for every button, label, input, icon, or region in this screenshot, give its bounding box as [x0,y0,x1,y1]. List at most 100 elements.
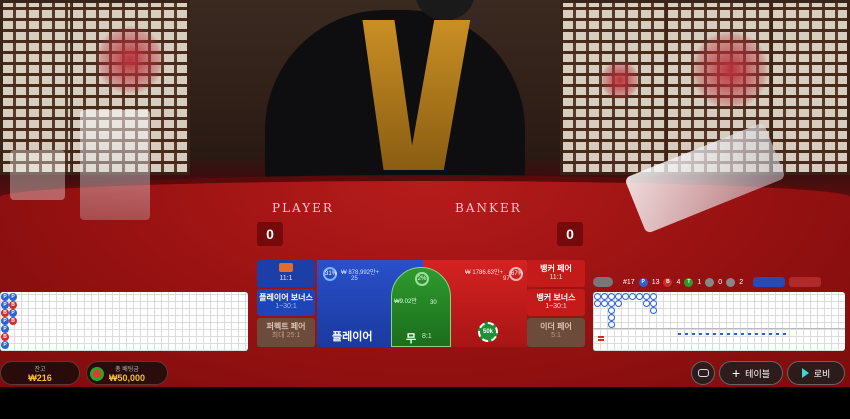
tie-bet[interactable]: 2% ₩9.02만 30 무 8:1 [391,267,451,347]
chat-button[interactable] [691,361,715,385]
blossom-decor [600,60,640,100]
tie-percent-ring: 2% [415,272,429,286]
chip-50k: 50k [478,322,498,342]
player-bonus-bet[interactable]: 플레이어 보너스 1~30:1 [257,289,315,316]
banker-pair-odds: 11:1 [549,273,563,281]
big-road-mark [643,293,650,300]
bead-road-mark: P [1,317,9,325]
player-bonus-label: 플레이어 보너스 [259,293,313,302]
bead-road-mark: P [1,301,9,309]
player-percent-ring: 31% [323,267,337,281]
player-pair-icon [279,263,293,272]
big-road-mark [629,293,636,300]
derived-road-marks [598,335,604,341]
balance-label: 잔고 [34,367,46,373]
banker-bet-amount: ₩ 1786.63만+ [465,270,504,276]
tie-bet-label: 무 [406,333,417,345]
big-road-mark [650,300,657,307]
tie-bet-odds: 8:1 [422,333,432,340]
big-road-mark [601,293,608,300]
bet-panel: 11:1 플레이어 보너스 1~30:1 퍼펙트 페어 최대 25:1 31% … [257,260,585,347]
total-bet-display: 총 배팅금 ₩50,000 [86,361,168,385]
big-road-mark [608,314,615,321]
bead-road-mark: B [9,301,17,309]
banker-felt-label: BANKER [455,201,522,215]
tie-bet-amount: ₩9.02만 [394,299,417,305]
blossom-decor [690,30,770,110]
perfect-pair-odds: 최대 25:1 [271,331,301,339]
chat-icon [697,369,709,377]
big-road-mark [608,300,615,307]
big-road-mark [615,293,622,300]
decor-screen-right-3 [770,0,850,175]
decor-screen-left [0,0,75,175]
lobby-button[interactable]: 로비 [787,361,845,385]
banker-bonus-bet[interactable]: 뱅커 보너스 1~30:1 [527,289,585,316]
banker-pair-bet[interactable]: 뱅커 페어 11:1 [527,260,585,287]
perfect-pair-bet[interactable]: 퍼펙트 페어 최대 25:1 [257,318,315,347]
bead-road-mark: P [1,325,9,333]
lobby-arrow-icon [801,368,809,378]
tables-button[interactable]: + 테이블 [719,361,783,385]
player-pair-count-icon [705,277,715,287]
perfect-pair-label: 퍼펙트 페어 [266,322,306,331]
banker-pair-label: 뱅커 페어 [540,264,572,273]
big-road-mark [608,293,615,300]
player-score: 0 [257,222,283,246]
player-felt-label: PLAYER [272,201,334,215]
derived-roads-divider [593,328,845,329]
banker-predict-button[interactable] [789,277,822,287]
balance-value: ₩216 [28,373,52,383]
player-predict-button[interactable] [753,277,786,287]
player-bonus-odds: 1~30:1 [275,302,297,310]
player-count-icon: P [638,277,648,287]
toggle-switch[interactable] [593,277,613,287]
big-road-mark [608,321,615,328]
tie-count: 1 [697,278,702,286]
big-road-mark [622,293,629,300]
banker-count-icon: B [663,277,673,287]
player-pair-odds: 11:1 [279,275,293,283]
dealer [225,0,560,200]
banker-pair-count: 2 [739,278,744,286]
bead-road-mark: P [1,293,9,301]
banker-percent-ring: 67% [509,267,523,281]
player-pair-bet[interactable]: 11:1 [257,260,315,287]
card-holder [10,150,65,200]
player-bet-label: 플레이어 [332,331,373,343]
tables-button-label: 테이블 [745,368,771,379]
player-pair-count: 0 [718,278,723,286]
big-road-mark [615,300,622,307]
bead-road: PPPBBPPBPBP [0,292,248,351]
discard-tray [80,110,150,220]
bead-road-mark: B [1,309,9,317]
big-road [593,292,845,351]
banker-bonus-odds: 1~30:1 [545,302,567,310]
big-road-mark [594,293,601,300]
big-road-mark [636,293,643,300]
banker-count: 4 [676,278,681,286]
banker-score: 0 [557,222,583,246]
bead-road-mark: P [1,341,9,349]
banker-pair-count-icon [726,277,736,287]
tie-bet-count: 30 [430,300,437,306]
either-pair-bet[interactable]: 이더 페어 5:1 [527,318,585,347]
either-pair-label: 이더 페어 [540,322,572,331]
bead-road-mark: B [1,333,9,341]
tie-count-icon: T [684,277,694,287]
derived-road-marks [678,333,788,335]
round-number: #17 [623,278,635,286]
plus-icon: + [731,365,741,381]
big-road-mark [594,300,601,307]
big-road-mark [643,300,650,307]
bead-road-mark: P [9,293,17,301]
either-pair-odds: 5:1 [551,331,561,339]
stats-bar: #17 P 13 B 4 T 1 0 2 [593,275,849,289]
balance-display: 잔고 ₩216 [0,361,80,385]
bead-road-mark: B [9,317,17,325]
big-road-mark [601,300,608,307]
player-bet-count: 25 [351,276,358,282]
blossom-decor [95,25,165,95]
player-count: 13 [651,278,660,286]
big-road-mark [608,307,615,314]
